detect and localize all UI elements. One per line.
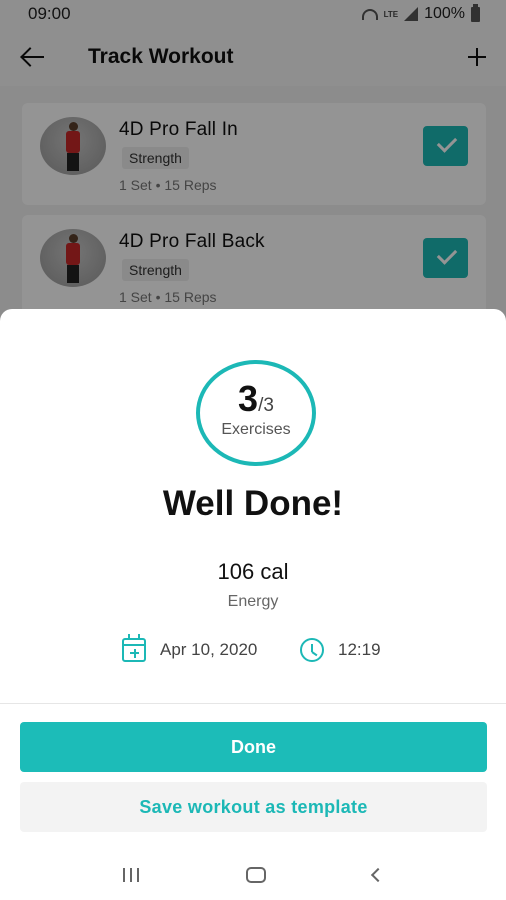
clock-icon <box>300 638 324 662</box>
exercises-total: /3 <box>258 395 274 416</box>
workout-complete-sheet: 3/3 Exercises Well Done! 106 cal Energy … <box>0 309 506 900</box>
system-nav-bar <box>0 849 506 900</box>
recent-apps-icon[interactable] <box>123 867 140 882</box>
exercises-count: 3/3 <box>200 378 312 420</box>
done-button[interactable]: Done <box>20 722 487 772</box>
back-icon[interactable] <box>370 867 385 882</box>
time-text: 12:19 <box>338 640 381 659</box>
save-template-button[interactable]: Save workout as template <box>20 782 487 832</box>
workout-time: 12:19 <box>300 637 381 663</box>
exercises-completed: 3 <box>238 378 259 419</box>
completion-headline: Well Done! <box>162 484 344 523</box>
exercises-label: Exercises <box>221 421 291 438</box>
workout-date: Apr 10, 2020 <box>122 634 258 663</box>
home-icon[interactable] <box>245 866 266 883</box>
divider <box>0 703 506 704</box>
energy-label: Energy <box>227 593 279 610</box>
energy-value: 106 cal <box>217 559 289 584</box>
date-text: Apr 10, 2020 <box>160 640 258 659</box>
exercises-progress-ring: 3/3 Exercises <box>196 360 316 466</box>
calendar-plus-icon <box>122 634 146 662</box>
